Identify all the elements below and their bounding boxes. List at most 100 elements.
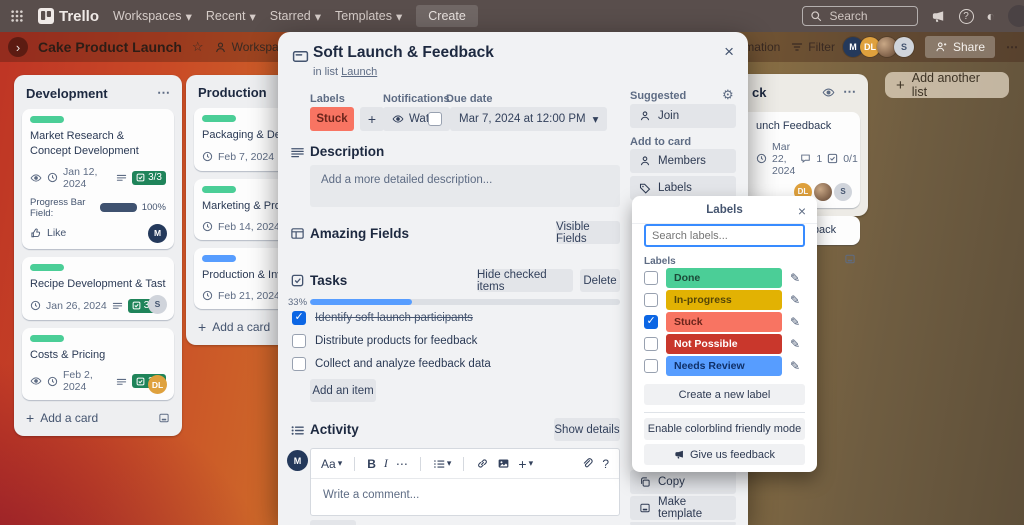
pencil-icon[interactable]: ✎ <box>790 337 800 351</box>
top-nav: Trello Workspaces ▾ Recent ▾ Starred ▾ Temp… <box>0 0 1024 32</box>
add-checklist-item-button[interactable]: Add an item <box>310 379 376 402</box>
join-button[interactable]: Join <box>630 104 736 128</box>
copy-button[interactable]: Copy <box>630 470 736 494</box>
comment-input[interactable]: Write a comment... <box>311 479 619 511</box>
label-checkbox[interactable] <box>644 359 658 373</box>
card-market-research[interactable]: Market Research & Concept Development Ja… <box>22 109 174 249</box>
make-template-button[interactable]: Make template <box>630 496 736 520</box>
due-date-checkbox[interactable] <box>428 112 442 126</box>
label-checkbox[interactable] <box>644 337 658 351</box>
create-new-label-button[interactable]: Create a new label <box>644 384 805 405</box>
list-link[interactable]: Launch <box>341 66 377 78</box>
clock-icon <box>47 376 58 387</box>
pencil-icon[interactable]: ✎ <box>790 271 800 285</box>
attachment-icon[interactable] <box>581 457 594 470</box>
add-another-list-button[interactable]: + Add another list <box>885 71 1009 99</box>
avatar[interactable]: S <box>893 37 914 57</box>
search-box[interactable] <box>801 6 918 26</box>
visible-fields-button[interactable]: Visible Fields <box>556 221 620 245</box>
give-feedback-button[interactable]: Give us feedback <box>644 444 805 465</box>
text-style-button[interactable]: Aa ▾ <box>321 457 342 471</box>
card-label <box>30 116 64 123</box>
image-icon[interactable] <box>497 457 510 470</box>
label-checkbox[interactable] <box>644 271 658 285</box>
gear-icon[interactable]: ⚙ <box>722 87 734 103</box>
checklist-progress-bar <box>310 299 620 305</box>
theme-contrast-icon[interactable]: ◐ <box>987 8 995 24</box>
board-menu-icon[interactable]: ⋯ <box>1006 40 1018 54</box>
label-checkbox[interactable] <box>644 314 658 329</box>
insert-plus-button[interactable]: + ▾ <box>518 456 533 472</box>
card-template-icon[interactable] <box>158 412 170 424</box>
add-label-button[interactable]: + <box>360 107 384 131</box>
add-card-button[interactable]: Add a card <box>40 411 152 425</box>
share-person-icon <box>935 41 947 53</box>
colorblind-mode-button[interactable]: Enable colorblind friendly mode <box>644 418 805 440</box>
list-title[interactable]: Development <box>26 86 157 101</box>
label-chip[interactable]: Done <box>666 268 782 288</box>
filter-button[interactable]: Filter <box>791 40 835 54</box>
search-labels-input[interactable] <box>644 224 805 247</box>
show-details-button[interactable]: Show details <box>554 418 620 441</box>
label-chip[interactable]: Stuck <box>666 312 782 332</box>
watching-eye-icon <box>30 172 42 184</box>
bold-button[interactable]: B <box>367 457 376 471</box>
label-chip[interactable]: In-progress <box>666 290 782 310</box>
app-switcher-icon[interactable] <box>10 9 24 23</box>
members-button[interactable]: Members <box>630 149 736 173</box>
plus-icon: + <box>896 76 905 94</box>
help-icon[interactable]: ? <box>958 8 974 24</box>
delete-checklist-button[interactable]: Delete <box>580 269 620 292</box>
activity-icon <box>290 423 305 438</box>
sidebar-expand-button[interactable]: › <box>8 37 28 57</box>
nav-templates[interactable]: Templates ▾ <box>335 9 402 24</box>
create-button[interactable]: Create <box>416 5 478 27</box>
card-label-chip[interactable]: Stuck <box>310 107 354 131</box>
megaphone-icon[interactable] <box>931 9 946 24</box>
pencil-icon[interactable]: ✎ <box>790 315 800 329</box>
list-format-button[interactable]: ▾ <box>433 458 451 470</box>
nav-workspaces[interactable]: Workspaces ▾ <box>113 9 192 24</box>
thumbs-up-icon[interactable] <box>30 227 42 239</box>
save-comment-button[interactable] <box>310 520 356 525</box>
list-menu-icon[interactable]: ⋯ <box>157 85 170 101</box>
checklist-item-checkbox[interactable] <box>292 310 306 325</box>
search-icon <box>810 10 822 22</box>
avatar: S <box>148 294 167 314</box>
account-avatar[interactable] <box>1008 5 1024 27</box>
star-board-icon[interactable]: ☆ <box>192 39 204 55</box>
pencil-icon[interactable]: ✎ <box>790 359 800 373</box>
card-title[interactable]: Soft Launch & Feedback <box>313 44 494 62</box>
editor-help-button[interactable]: ? <box>602 457 609 471</box>
checklist-item-checkbox[interactable] <box>292 334 306 348</box>
nav-recent[interactable]: Recent ▾ <box>206 9 256 24</box>
italic-button[interactable]: I <box>384 456 388 471</box>
label-chip[interactable]: Not Possible <box>666 334 782 354</box>
card-recipe-development[interactable]: Recipe Development & Tasting Jan 26, 202… <box>22 256 174 320</box>
trello-logo[interactable]: Trello <box>38 8 99 25</box>
close-icon[interactable]: × <box>798 203 806 219</box>
hide-checked-items-button[interactable]: Hide checked items <box>477 269 573 293</box>
close-icon[interactable]: × <box>724 42 734 62</box>
progress-bar <box>99 203 137 213</box>
nav-starred[interactable]: Starred ▾ <box>270 9 321 24</box>
share-button[interactable]: Share <box>924 36 995 58</box>
list-title[interactable]: ck <box>752 85 822 100</box>
card-template-icon[interactable] <box>844 253 856 265</box>
card-label <box>202 254 236 262</box>
pencil-icon[interactable]: ✎ <box>790 293 800 307</box>
more-formatting-icon[interactable]: ⋯ <box>396 457 408 471</box>
checklist-item-checkbox[interactable] <box>292 357 306 371</box>
link-icon[interactable] <box>476 457 489 470</box>
card-costs-pricing[interactable]: Costs & Pricing Feb 2, 2024 3/3 DL <box>22 327 174 401</box>
due-date: Feb 21, 2024 <box>218 289 280 302</box>
board-title[interactable]: Cake Product Launch <box>38 39 182 55</box>
label-chip[interactable]: Needs Review <box>666 356 782 376</box>
search-input[interactable] <box>827 8 908 24</box>
description-input[interactable]: Add a more detailed description... <box>310 165 620 207</box>
checklist-count: 0/1 <box>843 152 858 165</box>
due-date-button[interactable]: Mar 7, 2024 at 12:00 PM ▾ <box>450 107 608 131</box>
plus-icon: + <box>198 318 207 335</box>
label-checkbox[interactable] <box>644 293 658 307</box>
list-menu-icon[interactable]: ⋯ <box>843 84 856 100</box>
